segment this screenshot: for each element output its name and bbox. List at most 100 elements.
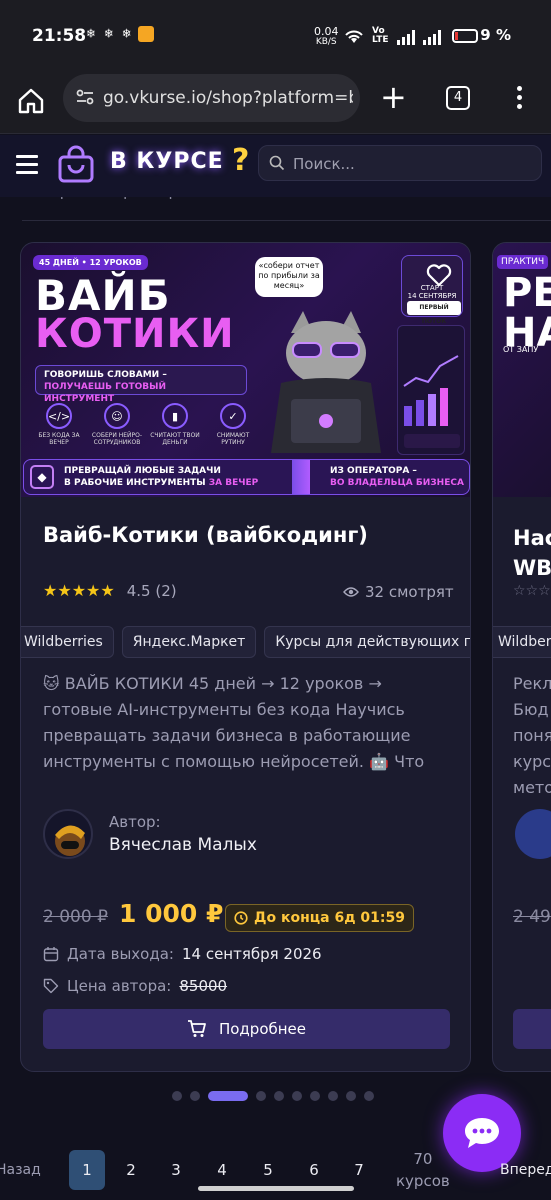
search-box[interactable] xyxy=(258,145,542,181)
carousel-dot[interactable] xyxy=(190,1091,200,1101)
strip-right-line2: ВО ВЛАДЕЛЬЦА БИЗНЕСА xyxy=(330,478,464,488)
page-button[interactable]: 3 xyxy=(158,1150,194,1190)
page-button[interactable]: 7 xyxy=(341,1150,377,1190)
banner-feature: ☺ СОБЕРИ НЕЙРО-СОТРУДНИКОВ xyxy=(91,403,143,446)
home-icon[interactable] xyxy=(16,86,46,116)
stats-illustration xyxy=(403,355,460,448)
next-page-button[interactable]: Вперед xyxy=(500,1162,551,1178)
clock-icon xyxy=(234,911,248,925)
page-button[interactable]: 5 xyxy=(250,1150,286,1190)
course-count-number: 70 xyxy=(413,1150,433,1168)
release-date: 14 сентября 2026 xyxy=(181,945,322,963)
banner-flow-label: ПЕРВЫЙ ПОТОК xyxy=(407,301,461,325)
description-line: поня xyxy=(513,726,551,745)
gesture-bar xyxy=(198,1186,354,1191)
author-label: Автор: xyxy=(109,813,161,831)
site-settings-icon[interactable] xyxy=(75,87,95,107)
course-card-next-content: ПРАКТИЧ РЕ НА ОТ ЗАПУ Нас WB ☆☆☆ Wildber… xyxy=(493,243,551,1071)
description-line: мето xyxy=(513,778,551,797)
course-title-next-line2: WB xyxy=(513,556,551,580)
search-input[interactable] xyxy=(293,152,533,176)
course-card[interactable]: 45 ДНЕЙ • 12 УРОКОВ ВАЙБ КОТИКИ ГОВОРИШЬ… xyxy=(20,242,471,1072)
lightning-icon xyxy=(292,460,310,494)
page-button[interactable]: 1 xyxy=(69,1150,105,1190)
carousel-dot[interactable] xyxy=(346,1091,356,1101)
more-vert-icon[interactable] xyxy=(514,86,524,112)
volte-icon: Vo LTE xyxy=(372,27,389,45)
tag-chip[interactable]: Яндекс.Маркет xyxy=(121,626,257,658)
carousel-dots xyxy=(172,1091,374,1101)
signal-icon-1 xyxy=(396,29,415,45)
battery-percent: 9 % xyxy=(480,26,511,44)
course-banner[interactable]: 45 ДНЕЙ • 12 УРОКОВ ВАЙБ КОТИКИ ГОВОРИШЬ… xyxy=(21,243,470,497)
carousel-dot[interactable] xyxy=(364,1091,374,1101)
tabs-button[interactable]: 4 xyxy=(446,86,470,110)
banner-bottom-strip: ◆ ПРЕВРАЩАЙ ЛЮБЫЕ ЗАДАЧИ В РАБОЧИЕ ИНСТР… xyxy=(23,459,470,495)
notification-icons-text: ❄ ❄ ❄ xyxy=(86,26,134,41)
address-bar[interactable]: go.vkurse.io/shop?platform=b xyxy=(63,74,360,122)
logo-text[interactable]: В КУРСЕ xyxy=(110,149,224,174)
course-banner-next[interactable]: ПРАКТИЧ РЕ НА ОТ ЗАПУ xyxy=(493,243,551,497)
tag-chip[interactable]: Wildberries xyxy=(493,626,551,658)
banner-speech-bubble: «собери отчет по прибыли за месяц» xyxy=(255,257,323,297)
banner-subtitle-line2: ПОЛУЧАЕШЬ ГОТОВЫЙ ИНСТРУМЕНТ xyxy=(44,382,166,404)
rating-value: 4.5 (2) xyxy=(126,581,177,600)
code-icon: </> xyxy=(46,403,72,429)
wifi-icon xyxy=(345,30,363,43)
banner-tag-next: ПРАКТИЧ xyxy=(497,255,549,269)
details-button-label: Подробнее xyxy=(218,1020,307,1038)
carousel-dot[interactable] xyxy=(274,1091,284,1101)
course-count-label: курсов xyxy=(396,1172,450,1190)
details-button[interactable]: Подробнее xyxy=(43,1009,450,1049)
tag-chip[interactable]: Wildberries xyxy=(21,626,114,658)
author-name[interactable]: Вячеслав Малых xyxy=(109,835,257,855)
divider xyxy=(22,220,551,221)
strip-left-text: ПРЕВРАЩАЙ ЛЮБЫЕ ЗАДАЧИ В РАБОЧИЕ ИНСТРУМ… xyxy=(64,465,284,489)
carousel-dot[interactable] xyxy=(208,1091,248,1101)
new-tab-button[interactable]: + xyxy=(380,81,407,113)
carousel-dot[interactable] xyxy=(172,1091,182,1101)
course-title-next[interactable]: Нас WB xyxy=(513,523,551,583)
carousel-dot[interactable] xyxy=(310,1091,320,1101)
old-price: 2 000 ₽ xyxy=(43,907,108,927)
battery-icon xyxy=(452,29,478,43)
page-button[interactable]: 2 xyxy=(113,1150,149,1190)
course-card-next[interactable]: ПРАКТИЧ РЕ НА ОТ ЗАПУ Нас WB ☆☆☆ Wildber… xyxy=(492,242,551,1072)
banner-feature-label: СЧИТАЮТ ТВОИ ДЕНЬГИ xyxy=(150,432,200,446)
cat-illustration xyxy=(271,311,381,453)
url-text[interactable]: go.vkurse.io/shop?platform=b xyxy=(103,88,353,108)
release-label: Дата выхода: xyxy=(67,945,174,963)
course-description: 🐱 ВАЙБ КОТИКИ 45 дней → 12 уроков → гото… xyxy=(43,674,425,771)
stars-icon: ★★★★★ xyxy=(43,581,115,600)
check-icon: ✓ xyxy=(220,403,246,429)
cat-icon: ◆ xyxy=(30,465,54,489)
banner-title-next: РЕ НА xyxy=(503,273,551,353)
banner-subtitle-line1: ГОВОРИШЬ СЛОВАМИ – xyxy=(44,370,167,380)
page-button[interactable]: 4 xyxy=(204,1150,240,1190)
pagination: Назад 1 2 3 4 5 6 7 70 курсов Вперед xyxy=(0,1148,551,1200)
course-title[interactable]: Вайб-Котики (вайбкодинг) xyxy=(43,523,368,547)
author-avatar[interactable] xyxy=(43,809,93,859)
banner-feature-label: СОБЕРИ НЕЙРО-СОТРУДНИКОВ xyxy=(91,432,143,446)
app-notification-icon xyxy=(137,26,154,42)
shopping-bag-icon[interactable] xyxy=(56,145,96,185)
description-line: Рекл xyxy=(513,674,551,693)
heart-icon[interactable] xyxy=(425,261,453,289)
signal-icons: Vo LTE xyxy=(344,27,441,45)
strip-right-text: ИЗ ОПЕРАТОРА – ВО ВЛАДЕЛЬЦА БИЗНЕСА xyxy=(330,465,464,489)
carousel-dot[interactable] xyxy=(328,1091,338,1101)
lte-label: LTE xyxy=(372,35,389,45)
prev-page-button[interactable]: Назад xyxy=(0,1162,41,1178)
details-button[interactable] xyxy=(513,1009,551,1049)
chat-icon xyxy=(465,1118,499,1148)
carousel-dot[interactable] xyxy=(292,1091,302,1101)
old-price: 2 49 xyxy=(513,907,551,927)
banner-feature: </> БЕЗ КОДА ЗА ВЕЧЕР xyxy=(33,403,85,446)
author-avatar[interactable] xyxy=(515,809,551,859)
net-speed-unit: KB/S xyxy=(315,37,337,47)
strip-left-accent: ЗА ВЕЧЕР xyxy=(208,478,259,488)
hamburger-icon[interactable] xyxy=(16,155,38,174)
carousel-dot[interactable] xyxy=(256,1091,266,1101)
page-button[interactable]: 6 xyxy=(296,1150,332,1190)
tag-chip[interactable]: Курсы для действующих пр xyxy=(264,626,470,658)
